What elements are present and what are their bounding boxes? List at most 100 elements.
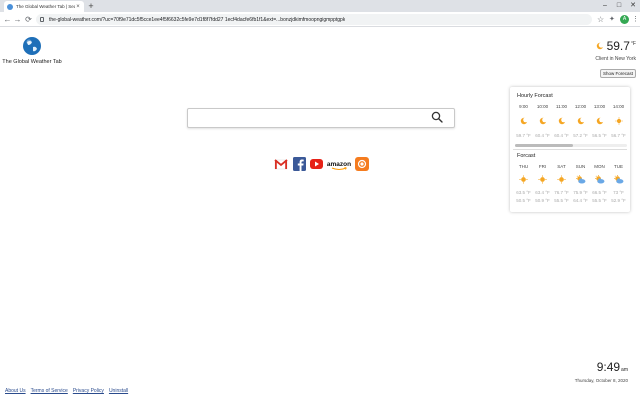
sun-icon bbox=[538, 175, 547, 184]
forecast-low: 50.9 °F bbox=[535, 198, 550, 203]
daily-forecast-title: Forcast bbox=[517, 153, 536, 159]
hourly-time: 9:00 bbox=[519, 104, 528, 109]
lock-icon bbox=[40, 17, 44, 22]
uninstall-link[interactable]: Uninstall bbox=[109, 388, 128, 394]
forecast-low: 55.5 °F bbox=[554, 198, 569, 203]
hourly-temps-row: 59.7 °F 60.4 °F 60.4 °F 57.2 °F 56.5 °F … bbox=[515, 133, 627, 138]
moon-icon bbox=[520, 117, 528, 125]
globe-icon[interactable] bbox=[22, 36, 42, 56]
hourly-times-row: 9:00 10:00 11:00 12:00 13:00 14:00 bbox=[515, 104, 627, 109]
forecast-panel: Hourly Forcast 9:00 10:00 11:00 12:00 13… bbox=[510, 87, 630, 212]
forecast-high: 66.5 °F bbox=[592, 190, 607, 195]
forecast-high: 76.7 °F bbox=[554, 190, 569, 195]
clock-ampm: am bbox=[621, 367, 628, 373]
menu-dots-icon[interactable]: ⋮ bbox=[632, 15, 639, 24]
show-forecast-button[interactable]: Show Forecast bbox=[599, 69, 636, 78]
new-tab-button[interactable]: + bbox=[87, 1, 95, 11]
weather-app-icon[interactable] bbox=[355, 156, 369, 172]
daily-days-row: THU FRI SAT SUN MON TUE bbox=[515, 164, 627, 169]
forecast-high: 63.4 °F bbox=[535, 190, 550, 195]
sun-icon bbox=[519, 175, 528, 184]
hourly-forecast-title: Hourly Forcast bbox=[517, 93, 553, 99]
browser-toolbar: ← → ⟳ the-global-weather.com/?uc=70f9e71… bbox=[0, 12, 640, 27]
search-input[interactable] bbox=[192, 111, 428, 126]
moon-icon bbox=[596, 117, 604, 125]
profile-avatar[interactable]: A bbox=[620, 15, 629, 24]
current-weather: 59.7 °F Client in New York Show Forecast bbox=[576, 38, 636, 80]
hourly-scrollbar[interactable] bbox=[515, 144, 627, 147]
hourly-time: 12:00 bbox=[574, 104, 587, 109]
city-label: Client in New York bbox=[595, 56, 636, 62]
partly-cloudy-icon bbox=[614, 175, 624, 184]
gmail-icon[interactable] bbox=[274, 156, 288, 172]
maximize-button[interactable]: □ bbox=[612, 0, 626, 12]
bookmark-star-icon[interactable]: ☆ bbox=[597, 15, 604, 24]
forecast-low: 50.5 °F bbox=[516, 198, 531, 203]
hourly-temp: 56.7 °F bbox=[611, 133, 626, 138]
forecast-high: 63.5 °F bbox=[516, 190, 531, 195]
sun-icon bbox=[596, 42, 604, 50]
hourly-time: 14:00 bbox=[612, 104, 625, 109]
scrollbar-thumb[interactable] bbox=[515, 144, 573, 147]
minimize-button[interactable]: – bbox=[598, 0, 612, 12]
amazon-icon[interactable]: amazon bbox=[327, 156, 351, 172]
temperature-unit: °F bbox=[630, 41, 636, 47]
moon-icon bbox=[539, 117, 547, 125]
browser-tab[interactable]: The Global Weather Tab | Search × bbox=[4, 1, 84, 12]
forecast-day: FRI bbox=[538, 164, 547, 169]
forecast-day: THU bbox=[518, 164, 529, 169]
panel-divider bbox=[513, 149, 627, 150]
tab-favicon-icon bbox=[7, 3, 13, 10]
forecast-day: TUE bbox=[614, 164, 623, 169]
footer-links: About Us Terms of Service Privacy Policy… bbox=[5, 388, 128, 394]
close-window-button[interactable]: ✕ bbox=[626, 0, 640, 12]
hourly-time: 13:00 bbox=[593, 104, 606, 109]
forward-button[interactable]: → bbox=[13, 15, 22, 24]
daily-lows-row: 50.5 °F 50.9 °F 55.5 °F 64.4 °F 55.5 °F … bbox=[515, 198, 627, 203]
privacy-policy-link[interactable]: Privacy Policy bbox=[73, 388, 104, 394]
hourly-time: 11:00 bbox=[556, 104, 567, 109]
current-temperature: 59.7 bbox=[606, 39, 630, 53]
reload-button[interactable]: ⟳ bbox=[24, 15, 33, 24]
about-us-link[interactable]: About Us bbox=[5, 388, 26, 394]
terms-of-service-link[interactable]: Terms of Service bbox=[31, 388, 68, 394]
forecast-day: SAT bbox=[557, 164, 566, 169]
address-bar[interactable]: the-global-weather.com/?uc=70f9e71dc5f5c… bbox=[36, 14, 592, 25]
sun-icon bbox=[557, 175, 566, 184]
forecast-day: MON bbox=[594, 164, 605, 169]
url-text: the-global-weather.com/?uc=70f9e71dc5f5c… bbox=[49, 16, 346, 23]
clock-widget: 9:49am Thursday, October 8, 2020 bbox=[548, 360, 628, 383]
hourly-temp: 60.4 °F bbox=[554, 133, 569, 138]
tab-close-icon[interactable]: × bbox=[75, 4, 81, 10]
extensions-icon[interactable]: ✦ bbox=[609, 15, 615, 24]
hourly-temp: 56.5 °F bbox=[592, 133, 607, 138]
partly-cloudy-icon bbox=[595, 175, 605, 184]
forecast-high: 73 °F bbox=[613, 190, 624, 195]
youtube-icon[interactable] bbox=[310, 156, 323, 172]
forecast-high: 75.9 °F bbox=[573, 190, 588, 195]
search-icon[interactable] bbox=[431, 111, 443, 123]
daily-icons-row bbox=[515, 175, 627, 184]
clock-date: Thursday, October 8, 2020 bbox=[574, 378, 628, 383]
hourly-temp: 57.2 °F bbox=[573, 133, 588, 138]
tab-strip: The Global Weather Tab | Search × + – □ … bbox=[0, 0, 640, 12]
hourly-icons-row bbox=[515, 117, 627, 125]
forecast-low: 64.4 °F bbox=[573, 198, 588, 203]
facebook-icon[interactable] bbox=[293, 156, 306, 172]
sun-icon bbox=[614, 117, 623, 125]
partly-cloudy-icon bbox=[576, 175, 586, 184]
hourly-temp: 60.4 °F bbox=[535, 133, 550, 138]
search-box bbox=[187, 108, 455, 128]
hourly-temp: 59.7 °F bbox=[516, 133, 531, 138]
forecast-low: 52.9 °F bbox=[611, 198, 626, 203]
forecast-day: SUN bbox=[575, 164, 586, 169]
moon-icon bbox=[577, 117, 585, 125]
hourly-time: 10:00 bbox=[536, 104, 549, 109]
brand-name: The Global Weather Tab bbox=[2, 59, 62, 65]
svg-text:amazon: amazon bbox=[327, 161, 351, 168]
moon-icon bbox=[558, 117, 566, 125]
clock-time: 9:49 bbox=[596, 360, 621, 374]
tab-title: The Global Weather Tab | Search bbox=[16, 4, 75, 9]
forecast-low: 55.5 °F bbox=[592, 198, 607, 203]
back-button[interactable]: ← bbox=[3, 15, 12, 24]
